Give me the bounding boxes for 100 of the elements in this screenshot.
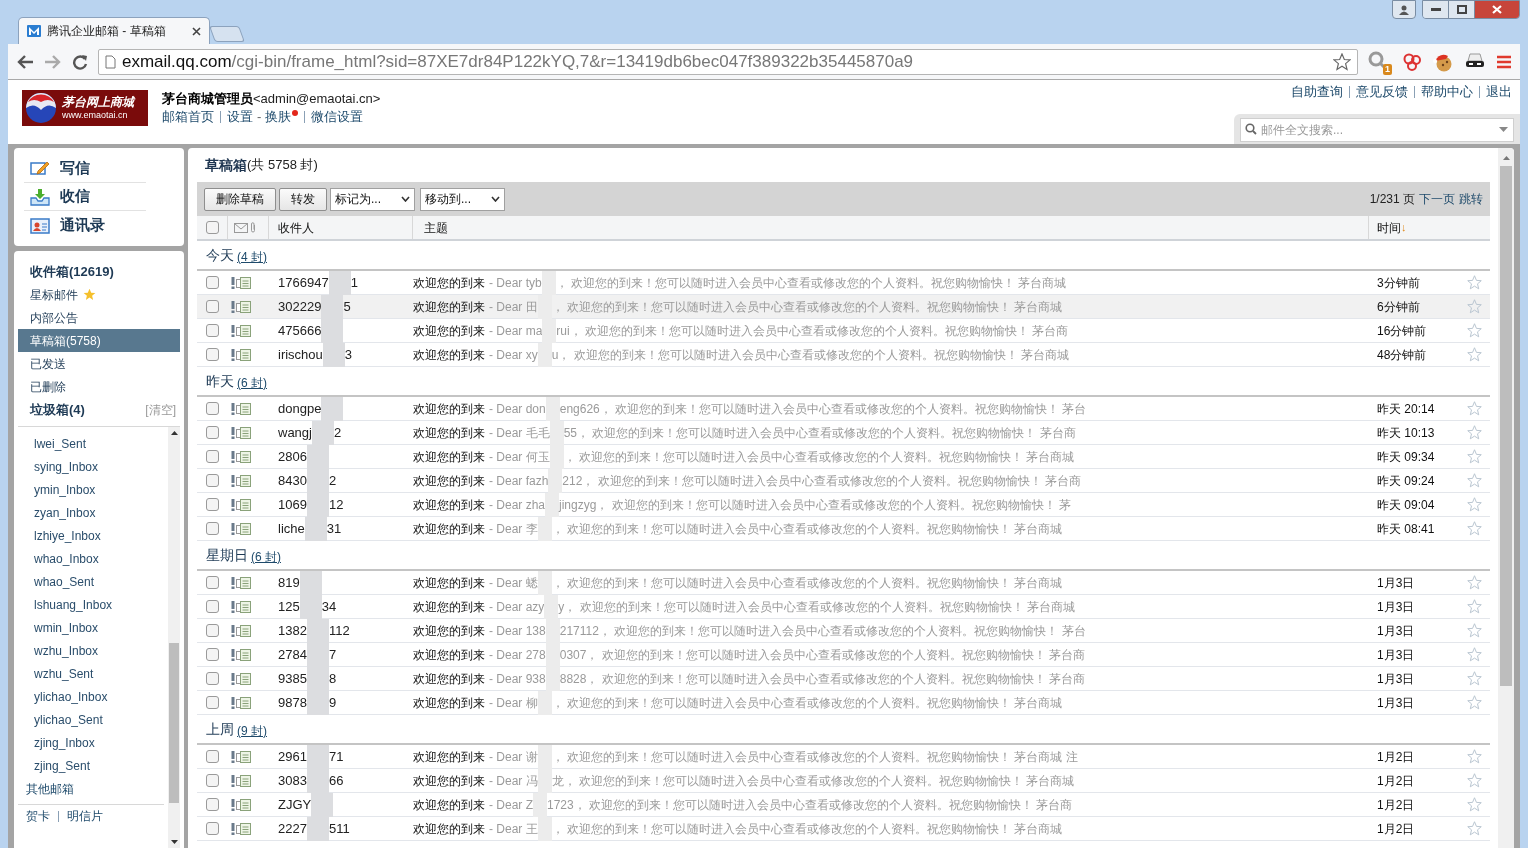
folder-item[interactable]: wzhu_Inbox: [34, 640, 168, 663]
subject-column-header[interactable]: 主题: [413, 218, 1368, 237]
sidebar-link[interactable]: 贺卡: [26, 805, 50, 827]
row-checkbox[interactable]: [205, 750, 219, 763]
jump-link[interactable]: 跳转: [1459, 190, 1483, 208]
row-checkbox[interactable]: [205, 522, 219, 535]
star-icon[interactable]: [1466, 449, 1482, 464]
mail-row[interactable]: 1382 112 欢迎您的到来 - Dear 138 217112， 欢迎您的到来！您可以随时进入会员中心查看或修改您的个人资料。祝您购物愉快！ 茅台 1月3日: [197, 619, 1490, 643]
mail-row[interactable]: 2784 7 欢迎您的到来 - Dear 278 0307， 欢迎您的到来！您可以随时进入会员中心查看或修改您的个人资料。祝您购物愉快！ 茅台商 1月3日: [197, 643, 1490, 667]
star-icon[interactable]: [1466, 323, 1482, 338]
mail-row[interactable]: 9385 8 欢迎您的到来 - Dear 938 8828， 欢迎您的到来！您可以随时进入会员中心查看或修改您的个人资料。祝您购物愉快！ 茅台商 1月3日: [197, 667, 1490, 691]
dropdown[interactable]: 移动到...: [420, 187, 505, 211]
mail-row[interactable]: 2227 511 欢迎您的到来 - Dear 王 ， 欢迎您的到来！您可以随时进入会员中心查看或修改您的个人资料。祝您购物愉快！ 茅台商城 1月2日: [197, 817, 1490, 841]
group-count-link[interactable]: (6 封): [251, 548, 281, 566]
row-checkbox[interactable]: [205, 450, 219, 463]
folder-item[interactable]: 草稿箱(5758): [18, 329, 180, 352]
star-icon[interactable]: [1466, 425, 1482, 440]
rings-extension-icon[interactable]: [1402, 51, 1422, 72]
row-checkbox[interactable]: [205, 774, 219, 787]
folder-item[interactable]: 已删除: [18, 375, 180, 398]
header-link[interactable]: 退出: [1486, 82, 1512, 102]
folder-item[interactable]: whao_Sent: [34, 571, 168, 594]
folder-item[interactable]: ymin_Inbox: [34, 479, 168, 502]
row-checkbox[interactable]: [205, 798, 219, 811]
back-icon[interactable]: [16, 53, 34, 70]
mail-row[interactable]: 302229 5 欢迎您的到来 - Dear 田 ， 欢迎您的到来！您可以随时进入会员中心查看或修改您的个人资料。祝您购物愉快！ 茅台商城 6分钟前: [197, 295, 1490, 319]
star-icon[interactable]: [1333, 52, 1351, 71]
maximize-button[interactable]: [1449, 1, 1475, 18]
menu-icon[interactable]: [1496, 54, 1512, 69]
header-link[interactable]: 邮箱首页: [162, 108, 214, 126]
mail-row[interactable]: 3083 66 欢迎您的到来 - Dear 冯 龙， 欢迎您的到来！您可以随时进入会员中心查看或修改您的个人资料。祝您购物愉快！ 茅台商城 1月2日: [197, 769, 1490, 793]
mail-row[interactable]: liche 31 欢迎您的到来 - Dear 李 ， 欢迎您的到来！您可以随时进入会员中心查看或修改您的个人资料。祝您购物愉快！ 茅台商城 昨天 08:41: [197, 517, 1490, 541]
time-column-header[interactable]: 时间↓: [1368, 216, 1490, 239]
minimize-button[interactable]: [1423, 1, 1449, 18]
toolbar-button[interactable]: 转发: [279, 187, 327, 211]
folder-item[interactable]: zjing_Inbox: [34, 732, 168, 755]
scrollbar[interactable]: [1498, 148, 1514, 848]
mail-row[interactable]: 1069 12 欢迎您的到来 - Dear zha jingzyg， 欢迎您的到来！您可以随时进入会员中心查看或修改您的个人资料。祝您购物愉快！ 茅 昨天 09:04: [197, 493, 1490, 517]
sidebar-action[interactable]: 通讯录: [60, 214, 105, 237]
header-link[interactable]: 意见反馈: [1356, 82, 1408, 102]
search-field[interactable]: 邮件全文搜索...: [1240, 118, 1514, 142]
mail-row[interactable]: 819 欢迎您的到来 - Dear 蟋 ， 欢迎您的到来！您可以随时进入会员中心查看或修改您的个人资料。祝您购物愉快！ 茅台商城 1月3日: [197, 571, 1490, 595]
star-icon[interactable]: [1466, 797, 1482, 812]
folder-item[interactable]: whao_Inbox: [34, 548, 168, 571]
header-link[interactable]: 换肤: [265, 108, 299, 126]
new-tab-button[interactable]: [209, 26, 245, 42]
mail-row[interactable]: 9878 9 欢迎您的到来 - Dear 柳 ， 欢迎您的到来！您可以随时进入会员中心查看或修改您的个人资料。祝您购物愉快！ 茅台商城 1月3日: [197, 691, 1490, 715]
row-checkbox[interactable]: [205, 474, 219, 487]
row-checkbox[interactable]: [205, 600, 219, 613]
reload-icon[interactable]: [72, 53, 88, 70]
row-checkbox[interactable]: [205, 402, 219, 415]
row-checkbox[interactable]: [205, 576, 219, 589]
folder-item[interactable]: lshuang_Inbox: [34, 594, 168, 617]
folder-item[interactable]: wzhu_Sent: [34, 663, 168, 686]
star-icon[interactable]: [1466, 773, 1482, 788]
row-checkbox[interactable]: [205, 426, 219, 439]
star-icon[interactable]: [1466, 299, 1482, 314]
row-checkbox[interactable]: [205, 498, 219, 511]
folder-item[interactable]: lwei_Sent: [34, 433, 168, 456]
header-link[interactable]: 自助查询: [1291, 82, 1343, 102]
row-checkbox[interactable]: [205, 348, 219, 361]
star-icon[interactable]: [1466, 695, 1482, 710]
star-icon[interactable]: [1466, 347, 1482, 362]
header-link[interactable]: 微信设置: [311, 108, 364, 126]
group-count-link[interactable]: (9 封): [237, 722, 267, 740]
star-icon[interactable]: [1466, 497, 1482, 512]
folder-item[interactable]: 已发送: [18, 352, 180, 375]
recipient-column-header[interactable]: 收件人: [269, 216, 413, 239]
sidebar-link[interactable]: 明信片: [67, 805, 103, 827]
row-checkbox[interactable]: [205, 648, 219, 661]
folder-item[interactable]: zjing_Sent: [34, 755, 168, 778]
folder-item[interactable]: ylichao_Sent: [34, 709, 168, 732]
folder-item[interactable]: wmin_Inbox: [34, 617, 168, 640]
mail-row[interactable]: ZJGY 欢迎您的到来 - Dear Z 1723， 欢迎您的到来！您可以随时进入会员中心查看或修改您的个人资料。祝您购物愉快！ 茅台商 1月2日: [197, 793, 1490, 817]
header-link[interactable]: 设置: [227, 108, 253, 126]
mail-row[interactable]: 125 34 欢迎您的到来 - Dear azy y， 欢迎您的到来！您可以随时进入会员中心查看或修改您的个人资料。祝您购物愉快！ 茅台商城 1月3日: [197, 595, 1490, 619]
mail-row[interactable]: wangj 2 欢迎您的到来 - Dear 毛毛 55， 欢迎您的到来！您可以随时进入会员中心查看或修改您的个人资料。祝您购物愉快！ 茅台商 昨天 10:13: [197, 421, 1490, 445]
folder-item[interactable]: sying_Inbox: [34, 456, 168, 479]
mail-row[interactable]: 475666 欢迎您的到来 - Dear ma rui， 欢迎您的到来！您可以随时进入会员中心查看或修改您的个人资料。祝您购物愉快！ 茅台商 16分钟前: [197, 319, 1490, 343]
scrollbar[interactable]: [168, 427, 180, 848]
folder-item[interactable]: 垃圾箱(4) [清空]: [18, 398, 180, 421]
row-checkbox[interactable]: [205, 300, 219, 313]
star-icon[interactable]: [1466, 623, 1482, 638]
folder-item[interactable]: 收件箱(12619): [18, 260, 180, 283]
star-icon[interactable]: [1466, 671, 1482, 686]
profile-button[interactable]: [1392, 0, 1416, 19]
logo[interactable]: 茅台网上商城 www.emaotai.cn: [22, 90, 148, 126]
mail-row[interactable]: 2806 欢迎您的到来 - Dear 何玉 ， 欢迎您的到来！您可以随时进入会员中心查看或修改您的个人资料。祝您购物愉快！ 茅台商城 昨天 09:34: [197, 445, 1490, 469]
folder-item[interactable]: 其他邮箱: [14, 778, 168, 801]
select-all-checkbox[interactable]: [205, 221, 219, 234]
row-checkbox[interactable]: [205, 672, 219, 685]
row-checkbox[interactable]: [205, 324, 219, 337]
row-checkbox[interactable]: [205, 822, 219, 835]
browser-tab[interactable]: 腾讯企业邮箱 - 草稿箱: [18, 17, 210, 44]
folder-item[interactable]: 星标邮件: [18, 283, 180, 306]
sidebar-action[interactable]: 写信: [60, 156, 90, 180]
star-icon[interactable]: [1466, 473, 1482, 488]
mail-row[interactable]: dongpe 欢迎您的到来 - Dear don eng626， 欢迎您的到来！您可以随时进入会员中心查看或修改您的个人资料。祝您购物愉快！ 茅台 昨天 20:14: [197, 397, 1490, 421]
close-window-button[interactable]: [1475, 1, 1519, 18]
star-icon[interactable]: [1466, 521, 1482, 536]
